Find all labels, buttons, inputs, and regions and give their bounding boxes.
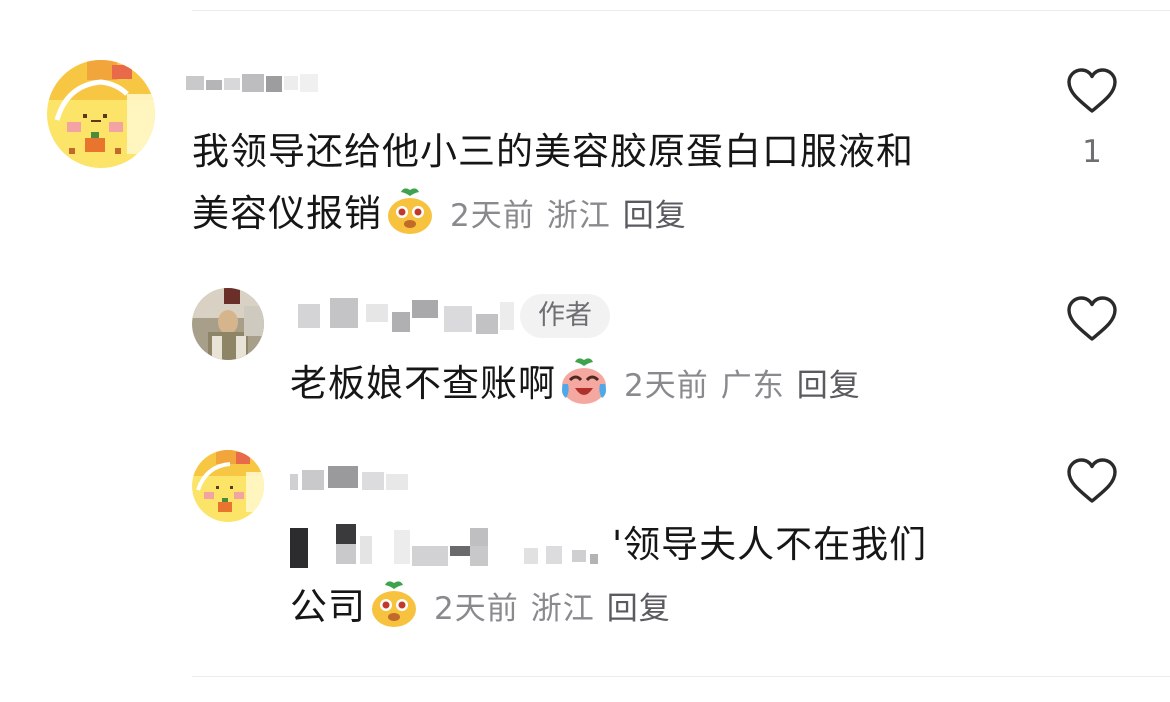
comment-location: 浙江 bbox=[530, 591, 595, 627]
comment-meta: 2天前 浙江 回复 bbox=[450, 198, 687, 234]
comment-text-line-2: 美容仪报销 2天前 浙江 回复 bbox=[192, 183, 1042, 247]
comment-text-fragment: '领导夫人不在我们 bbox=[612, 523, 928, 566]
comment-location: 广东 bbox=[720, 368, 785, 404]
avatar[interactable] bbox=[192, 288, 264, 360]
username-pixelated[interactable] bbox=[288, 466, 414, 498]
comment-meta: 2天前 广东 回复 bbox=[624, 368, 861, 404]
comment-text-line: 我领导还给他小三的美容胶原蛋白口服液和 bbox=[192, 130, 914, 173]
comment-time: 2天前 bbox=[450, 198, 535, 234]
comment-time: 2天前 bbox=[624, 368, 709, 404]
comment-text-line: 老板娘不查账啊 2天前 广东 回复 bbox=[290, 353, 1030, 417]
avatar[interactable] bbox=[47, 60, 155, 168]
like-count: 1 bbox=[1082, 134, 1102, 170]
reply-button[interactable]: 回复 bbox=[623, 198, 687, 234]
heart-outline-icon bbox=[1067, 458, 1117, 503]
bottom-divider bbox=[192, 676, 1170, 677]
comment-time: 2天前 bbox=[434, 591, 519, 627]
avatar-image bbox=[192, 288, 264, 360]
username-pixelated[interactable] bbox=[296, 296, 518, 334]
pixelated-text bbox=[290, 524, 620, 568]
sprout-face-emoji bbox=[368, 577, 420, 629]
comment-location: 浙江 bbox=[546, 198, 611, 234]
author-badge: 作者 bbox=[520, 294, 610, 338]
avatar-image bbox=[47, 60, 155, 168]
like-button[interactable] bbox=[1066, 68, 1118, 114]
avatar-image bbox=[192, 450, 264, 522]
comment-body: '领导夫人不在我们 公司 2天前 浙江 回复 bbox=[290, 514, 1030, 640]
crying-laugh-emoji bbox=[558, 354, 610, 406]
avatar[interactable] bbox=[192, 450, 264, 522]
comment-body: 老板娘不查账啊 2天前 广东 回复 bbox=[290, 353, 1030, 417]
comment-meta: 2天前 浙江 回复 bbox=[434, 591, 671, 627]
comment-text-line: '领导夫人不在我们 bbox=[290, 514, 1030, 576]
comment-text-fragment: 老板娘不查账啊 bbox=[290, 362, 556, 405]
heart-outline-icon bbox=[1067, 296, 1117, 341]
like-button[interactable] bbox=[1066, 458, 1118, 504]
sprout-face-emoji bbox=[384, 184, 436, 236]
comment-text-fragment: 美容仪报销 bbox=[192, 192, 382, 235]
comment-text-line-2: 公司 2天前 浙江 回复 bbox=[290, 576, 1030, 640]
top-divider bbox=[192, 10, 1170, 11]
username-pixelated[interactable] bbox=[186, 74, 326, 106]
reply-button[interactable]: 回复 bbox=[607, 591, 671, 627]
comment-text-fragment: 公司 bbox=[290, 585, 366, 628]
like-button[interactable] bbox=[1066, 296, 1118, 342]
comment-body: 我领导还给他小三的美容胶原蛋白口服液和 美容仪报销 2天前 浙江 回复 bbox=[192, 121, 1042, 247]
heart-outline-icon bbox=[1067, 68, 1117, 113]
reply-button[interactable]: 回复 bbox=[797, 368, 861, 404]
